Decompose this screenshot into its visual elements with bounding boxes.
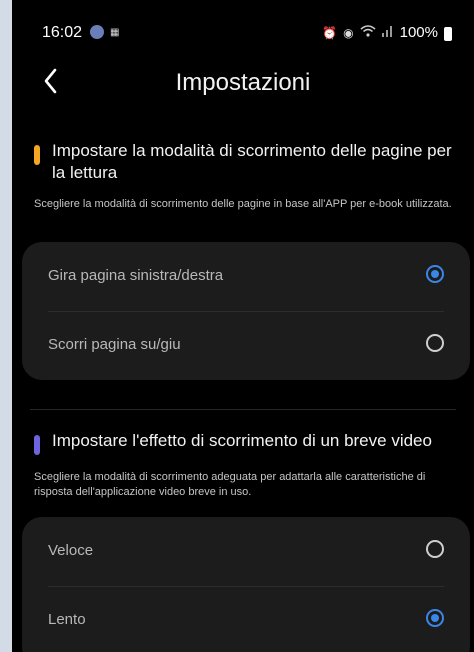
option-label: Gira pagina sinistra/destra — [48, 267, 224, 284]
status-right-icons: ⏰ ◉ 100% — [322, 24, 452, 41]
top-bar: Impostazioni — [12, 66, 474, 102]
radio-selected[interactable] — [426, 265, 444, 283]
option-page-turn-left-right[interactable]: Gira pagina sinistra/destra — [22, 242, 470, 312]
radio-unselected[interactable] — [426, 334, 444, 352]
section-short-video-header: Impostare l'effetto di scorrimento di un… — [34, 430, 454, 455]
battery-icon — [444, 26, 452, 41]
section-description: Scegliere la modalità di scorrimento del… — [34, 198, 452, 210]
radio-unselected[interactable] — [426, 540, 444, 558]
option-slow[interactable]: Lento — [22, 586, 470, 652]
section-description: Scegliere la modalità di scorrimento ade… — [34, 471, 426, 498]
status-bar: 16:02 ▦ ⏰ ◉ 100% — [12, 0, 474, 66]
section-title: Impostare la modalità di scorrimento del… — [52, 141, 452, 182]
battery-label: 100% — [399, 24, 438, 41]
radio-selected[interactable] — [426, 609, 444, 627]
section-accent-bar — [34, 435, 40, 455]
option-label: Scorri pagina su/giu — [48, 336, 181, 353]
signal-icon — [381, 25, 394, 40]
section-accent-bar — [34, 145, 40, 165]
phone-screen: 16:02 ▦ ⏰ ◉ 100% Impostazioni Impostare … — [12, 0, 474, 652]
section-reading-scroll-header: Impostare la modalità di scorrimento del… — [34, 140, 454, 184]
wifi-icon — [360, 25, 376, 40]
alarm-icon: ⏰ — [322, 25, 338, 40]
status-left-icons: ▦ — [90, 25, 119, 39]
reading-scroll-options-card: Gira pagina sinistra/destra Scorri pagin… — [22, 242, 470, 380]
option-fast[interactable]: Veloce — [22, 517, 470, 587]
section-divider — [30, 409, 456, 410]
option-scroll-up-down[interactable]: Scorri pagina su/giu — [22, 311, 470, 380]
section-title: Impostare l'effetto di scorrimento di un… — [52, 431, 432, 450]
app-icon: ▦ — [110, 26, 120, 38]
option-label: Lento — [48, 611, 86, 628]
page-title: Impostazioni — [175, 69, 311, 96]
clock-icon: ◉ — [343, 25, 354, 40]
status-time: 16:02 — [42, 24, 83, 41]
notification-icon — [90, 25, 104, 39]
video-scroll-options-card: Veloce Lento — [22, 517, 470, 652]
option-label: Veloce — [48, 542, 94, 559]
